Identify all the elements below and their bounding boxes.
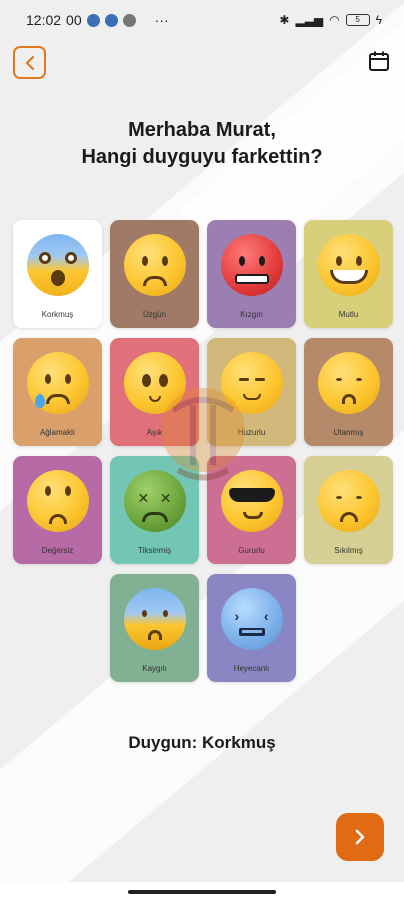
status-left: 12:02 00 ··· (26, 12, 169, 28)
grinning-face-icon (317, 234, 380, 296)
back-button[interactable] (13, 46, 46, 79)
emotion-card-sikilmis[interactable]: Sıkılmış (304, 456, 393, 564)
scared-face-icon (26, 234, 89, 296)
sad-face-icon (123, 234, 186, 296)
relieved-face-icon (220, 352, 283, 414)
chevron-left-icon (25, 55, 34, 70)
emotion-label: Kızgın (240, 310, 263, 319)
signal-icon: ▂▃▅ (295, 13, 324, 27)
emotion-card-asik[interactable]: Aşık (110, 338, 199, 446)
selected-emotion-text: Duygun: Korkmuş (128, 733, 276, 752)
emotion-card-huzurlu[interactable]: Huzurlu (207, 338, 296, 446)
next-button[interactable] (336, 813, 384, 861)
phone-notification-icon (86, 13, 100, 27)
emotion-label: Gururlu (238, 546, 265, 555)
emotion-card-aglamakli[interactable]: Ağlamaklı (13, 338, 102, 446)
emotion-card-degersiz[interactable]: Değersiz (13, 456, 102, 564)
emotion-label: Aşık (146, 428, 163, 437)
emotion-card-uzgun[interactable]: Üzgün (110, 220, 199, 328)
emotion-card-kizgin[interactable]: Kızgın (207, 220, 296, 328)
greeting-line-1: Merhaba Murat, (128, 119, 276, 141)
more-notifications-icon: ··· (154, 12, 169, 28)
home-indicator[interactable] (128, 890, 276, 894)
emotion-label: Korkmuş (41, 310, 74, 319)
emotion-label: Kaygılı (142, 664, 167, 673)
battery-icon: 5 (345, 14, 370, 26)
top-bar (0, 46, 404, 82)
ashamed-face-icon (317, 352, 380, 414)
status-time: 12:02 (26, 12, 62, 28)
calendar-button[interactable] (368, 50, 390, 72)
sunglasses-face-icon (220, 470, 283, 532)
app-notification-icon (122, 13, 136, 27)
emotion-label: Utanmış (333, 428, 364, 437)
emotion-card-kaygili[interactable]: Kaygılı (110, 574, 199, 682)
eye-roll-face-icon (26, 470, 89, 532)
emotion-card-utanmis[interactable]: Utanmış (304, 338, 393, 446)
message-notification-icon (104, 13, 118, 27)
emotion-card-mutlu[interactable]: Mutlu (304, 220, 393, 328)
greeting-line-2: Hangi duyguyu farkettin? (81, 146, 323, 168)
status-bar: 12:02 00 ··· ✱ ▂▃▅ ◠ 5 ϟ (0, 0, 404, 40)
calendar-icon (369, 51, 389, 71)
emotion-label: Huzurlu (237, 428, 266, 437)
bluetooth-icon: ✱ (279, 13, 290, 27)
emotion-card-tiksinmis[interactable]: ✕ ✕ Tiksinmiş (110, 456, 199, 564)
crying-face-icon (26, 352, 89, 414)
emotion-label: Değersiz (41, 546, 74, 555)
emotion-label: Heyecanlı (233, 664, 270, 673)
wifi-icon: ◠ (329, 13, 340, 27)
emotion-grid: Korkmuş Üzgün Kızgın Mutlu Ağlamaklı Aşı (13, 220, 393, 682)
bored-face-icon (317, 470, 380, 532)
emotion-card-gururlu[interactable]: Gururlu (207, 456, 296, 564)
disgusted-face-icon: ✕ ✕ (123, 470, 186, 532)
smitten-face-icon (123, 352, 186, 414)
network-speed: 00 (66, 12, 82, 28)
anxious-face-icon (123, 588, 186, 650)
emotion-label: Sıkılmış (334, 546, 363, 555)
emotion-card-korkmus[interactable]: Korkmuş (13, 220, 102, 328)
chevron-right-icon (355, 829, 365, 845)
excited-face-icon: › ‹ (220, 588, 283, 650)
emotion-label: Tiksinmiş (137, 546, 172, 555)
angry-face-icon (220, 234, 283, 296)
emotion-card-heyecanli[interactable]: › ‹ Heyecanlı (207, 574, 296, 682)
emotion-label: Üzgün (142, 310, 167, 319)
emotion-label: Ağlamaklı (39, 428, 76, 437)
status-right: ✱ ▂▃▅ ◠ 5 ϟ (279, 13, 382, 27)
emotion-label: Mutlu (338, 310, 359, 319)
charging-icon: ϟ (375, 13, 382, 27)
page-title: Merhaba Murat, Hangi duyguyu farkettin? (0, 117, 404, 171)
